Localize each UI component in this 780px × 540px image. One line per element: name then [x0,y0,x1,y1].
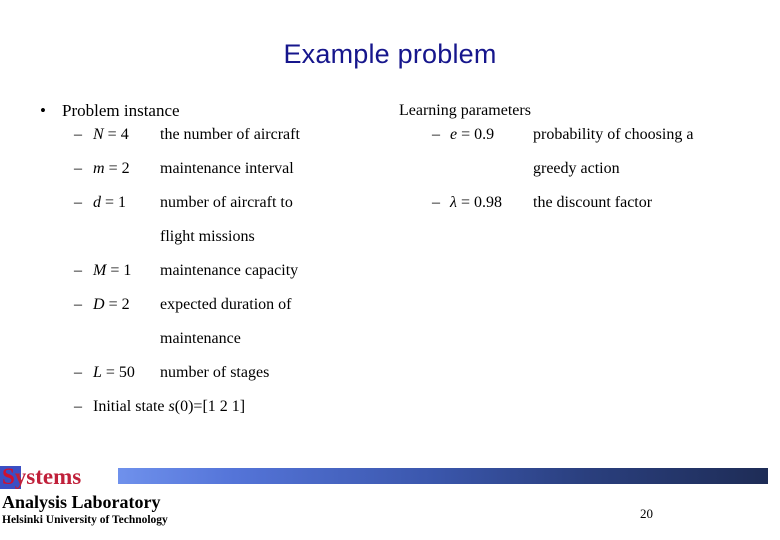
parameter-description-continued: maintenance [160,330,241,347]
list-item-continuation: greedy action [390,158,780,192]
parameter-description: number of aircraft to [160,194,293,211]
parameter-symbol: e = 0.9 [450,124,494,146]
parameter-description-continued: flight missions [160,228,255,245]
page-number: 20 [640,506,653,521]
parameter-variable: D [93,296,105,313]
parameter-symbol: M = 1 [93,260,131,282]
logo-university-name: Helsinki University of Technology [2,514,168,526]
bullet-icon: • [40,101,46,120]
parameter-description: number of stages [160,364,270,381]
parameter-symbol: N = 4 [93,124,129,146]
dash-icon: – [74,296,82,313]
right-column: Learning parameters – e = 0.9 probabilit… [390,100,780,226]
logo-s-letter: S [2,464,15,489]
dash-icon: – [432,194,440,211]
parameter-value: = 50 [101,364,135,381]
initial-state-prefix: Initial state [93,398,169,415]
parameter-variable: m [93,160,105,177]
list-item: – m = 2 maintenance interval [0,158,380,192]
parameter-value: = 0.98 [456,194,502,211]
parameter-value: = 4 [103,126,129,143]
parameter-variable: M [93,262,107,279]
parameter-description: maintenance capacity [160,262,299,279]
parameter-symbol: d = 1 [93,192,126,214]
dash-icon: – [74,160,82,177]
list-item: – D = 2 expected duration of [0,294,380,328]
parameter-variable: L [93,364,102,381]
left-column: • Problem instance – N = 4 the number of… [0,100,380,430]
dash-icon: – [74,126,82,143]
parameter-variable: λ [450,194,457,211]
list-item: – M = 1 maintenance capacity [0,260,380,294]
parameter-description-continued: greedy action [533,160,620,177]
list-item: – N = 4 the number of aircraft [0,124,380,158]
list-item: – L = 50 number of stages [0,362,380,396]
parameter-description: probability of choosing a [533,126,694,143]
parameter-value: = 0.9 [457,126,495,143]
dash-icon: – [74,194,82,211]
logo-lab-name: Analysis Laboratory [2,492,161,512]
parameter-symbol: λ = 0.98 [450,192,502,214]
list-item-continuation: maintenance [0,328,380,362]
list-item: – e = 0.9 probability of choosing a [390,124,780,158]
parameter-description: maintenance interval [160,160,294,177]
list-item-initial-state: – Initial state s(0)=[1 2 1] [0,396,380,430]
dash-icon: – [74,262,82,279]
parameter-variable: d [93,194,101,211]
parameter-symbol: D = 2 [93,294,130,316]
parameter-description: the number of aircraft [160,126,300,143]
dash-icon: – [74,364,82,381]
parameter-value: = 2 [104,296,130,313]
parameter-symbol: L = 50 [93,362,135,384]
footer-logo: Systems Analysis Laboratory Helsinki Uni… [0,462,780,540]
parameter-value: = 1 [106,262,132,279]
parameter-value: = 2 [104,160,130,177]
parameter-symbol: m = 2 [93,158,130,180]
parameter-description: expected duration of [160,296,292,313]
parameter-value: = 1 [101,194,127,211]
right-column-heading: Learning parameters [390,100,780,124]
page-title: Example problem [283,39,497,69]
left-column-heading-label: Problem instance [62,101,180,120]
dash-icon: – [432,126,440,143]
logo-systems-text: Systems [2,464,81,490]
left-column-heading: • Problem instance [0,100,380,124]
list-item-continuation: flight missions [0,226,380,260]
initial-state-value: (0)=[1 2 1] [174,398,246,415]
initial-state-expression: Initial state s(0)=[1 2 1] [93,396,245,418]
logo-systems-rest: ystems [14,464,82,489]
parameter-description: the discount factor [533,194,653,211]
list-item: – λ = 0.98 the discount factor [390,192,780,226]
list-item: – d = 1 number of aircraft to [0,192,380,226]
right-column-heading-label: Learning parameters [399,102,531,119]
dash-icon: – [74,398,82,415]
parameter-variable: N [93,126,104,143]
